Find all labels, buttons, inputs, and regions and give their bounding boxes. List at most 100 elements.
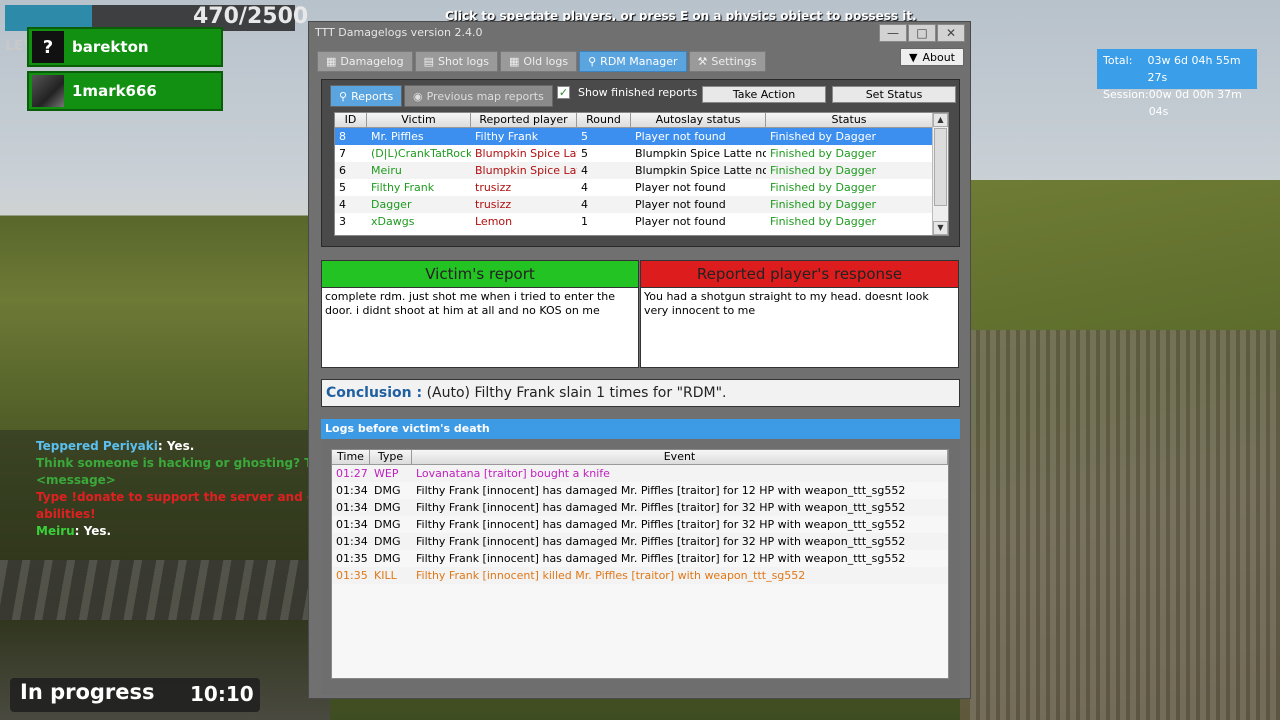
- about-button[interactable]: ▼ About: [900, 48, 964, 66]
- reports-panel: ⚲ Reports ◉ Previous map reports ✓ Show fin…: [321, 79, 960, 247]
- caret-down-icon: ▼: [909, 50, 918, 64]
- log-row[interactable]: 01:34 DMG Filthy Frank [innocent] has dama…: [332, 533, 948, 550]
- log-cell: 01:34: [336, 501, 368, 514]
- scroll-up-icon[interactable]: ▲: [933, 113, 948, 127]
- table-cell: Meiru: [371, 164, 402, 177]
- column-header[interactable]: Event: [412, 450, 948, 464]
- table-cell: Finished by Dagger: [770, 181, 877, 194]
- column-header[interactable]: Round: [577, 113, 631, 127]
- tab-damagelog[interactable]: ▦ Damagelog: [317, 51, 413, 72]
- table-row[interactable]: 5 Filthy Frank trusizz 4 Player not found Fin…: [335, 179, 948, 196]
- minimize-button[interactable]: —: [879, 24, 907, 42]
- tab-shot-logs[interactable]: ▤ Shot logs: [414, 51, 498, 72]
- tab-settings[interactable]: ⚒ Settings: [688, 51, 766, 72]
- set-status-button[interactable]: Set Status: [832, 86, 956, 103]
- tab-rdm-manager[interactable]: ⚲ RDM Manager: [579, 51, 687, 72]
- table-cell: 5: [581, 130, 588, 143]
- table-cell: Blumpkin Spice Latte not...: [635, 164, 766, 177]
- table-cell: 8: [339, 130, 346, 143]
- column-header[interactable]: Status: [766, 113, 933, 127]
- take-action-button[interactable]: Take Action: [702, 86, 826, 103]
- log-cell: Filthy Frank [innocent] has damaged Mr. …: [416, 518, 906, 531]
- unknown-avatar-icon: ?: [32, 31, 64, 63]
- log-row[interactable]: 01:27 WEP Lovanatana [traitor] bought a kn…: [332, 465, 948, 482]
- table-cell: Finished by Dagger: [770, 130, 877, 143]
- about-label: About: [922, 50, 955, 64]
- table-row[interactable]: 6 Meiru Blumpkin Spice Latte 4 Blumpkin Spic…: [335, 162, 948, 179]
- table-cell: Dagger: [371, 198, 412, 211]
- log-cell: 01:35: [336, 552, 368, 565]
- table-row[interactable]: 8 Mr. Piffles Filthy Frank 5 Player not foun…: [335, 128, 948, 145]
- log-cell: DMG: [374, 518, 401, 531]
- total-time: 03w 6d 04h 55m 27s: [1147, 54, 1241, 84]
- column-header[interactable]: Victim: [367, 113, 471, 127]
- subtab-previous-map-reports[interactable]: ◉ Previous map reports: [404, 85, 553, 107]
- table-cell: Player not found: [635, 215, 726, 228]
- session-time: 00w 0d 00h 37m 04s: [1148, 88, 1242, 118]
- log-cell: DMG: [374, 501, 401, 514]
- scene-railway: [0, 560, 330, 620]
- table-cell: Finished by Dagger: [770, 147, 877, 160]
- maximize-button[interactable]: □: [908, 24, 936, 42]
- logs-panel: Time Type Event 01:27 WEP Lovanatana [trai…: [321, 439, 960, 695]
- chat-text: Type !donate to support the server and g: [36, 490, 316, 504]
- table-row[interactable]: 3 xDawgs Lemon 1 Player not found Finished by…: [335, 213, 948, 230]
- table-cell: Mr. Piffles: [371, 130, 424, 143]
- log-row[interactable]: 01:34 DMG Filthy Frank [innocent] has dama…: [332, 516, 948, 533]
- table-cell: 4: [581, 198, 588, 211]
- column-header[interactable]: Type: [370, 450, 412, 464]
- logs-table-body: 01:27 WEP Lovanatana [traitor] bought a kn…: [332, 465, 948, 584]
- log-cell: 01:34: [336, 518, 368, 531]
- conclusion-text: (Auto) Filthy Frank slain 1 times for "R…: [426, 385, 727, 401]
- log-cell: Lovanatana [traitor] bought a knife: [416, 467, 610, 480]
- globe-icon: ◉: [413, 89, 423, 103]
- chat-text: abilities!: [36, 507, 96, 521]
- table-row[interactable]: 7 (D|L)CrankTatRock Blumpkin Spice Latte 5 B…: [335, 145, 948, 162]
- column-header[interactable]: Reported player: [471, 113, 577, 127]
- victim-report-text: complete rdm. just shot me when i tried …: [325, 290, 616, 317]
- table-row[interactable]: 4 Dagger trusizz 4 Player not found Finished …: [335, 196, 948, 213]
- reports-scrollbar[interactable]: ▲ ▼: [932, 113, 948, 235]
- show-finished-checkbox[interactable]: ✓ Show finished reports: [557, 86, 697, 99]
- log-cell: 01:27: [336, 467, 368, 480]
- log-cell: WEP: [374, 467, 399, 480]
- log-cell: Filthy Frank [innocent] killed Mr. Piffl…: [416, 569, 806, 582]
- subtab-label: Previous map reports: [426, 89, 544, 103]
- response-box: Reported player's response You had a sho…: [640, 260, 959, 368]
- close-button[interactable]: ✕: [937, 24, 965, 42]
- reports-table-header: ID Victim Reported player Round Autoslay…: [335, 113, 948, 128]
- table-cell: Player not found: [635, 181, 726, 194]
- chat-author: Teppered Periyaki: [36, 439, 158, 453]
- log-row[interactable]: 01:34 DMG Filthy Frank [innocent] has dama…: [332, 499, 948, 516]
- damagelogs-window: TTT Damagelogs version 2.4.0 — □ ✕ ▦ Dama…: [308, 21, 971, 699]
- log-cell: 01:34: [336, 484, 368, 497]
- log-row[interactable]: 01:35 KILL Filthy Frank [innocent] killed …: [332, 567, 948, 584]
- column-header[interactable]: Time: [332, 450, 370, 464]
- log-row[interactable]: 01:35 DMG Filthy Frank [innocent] has dama…: [332, 550, 948, 567]
- subtab-reports[interactable]: ⚲ Reports: [330, 85, 403, 107]
- chat-line: Teppered Periyaki: Yes.: [36, 438, 319, 455]
- victim-report-title: Victim's report: [322, 261, 638, 288]
- scroll-down-icon[interactable]: ▼: [933, 221, 948, 235]
- magnifier-icon: ⚲: [588, 55, 597, 68]
- chat-line: <message>: [36, 472, 319, 489]
- checkmark-icon: ✓: [557, 86, 570, 99]
- table-cell: 5: [339, 181, 346, 194]
- log-cell: Filthy Frank [innocent] has damaged Mr. …: [416, 501, 906, 514]
- scroll-thumb[interactable]: [934, 128, 947, 206]
- column-header[interactable]: Autoslay status: [631, 113, 766, 127]
- magnifier-icon: ⚲: [339, 89, 348, 103]
- log-row[interactable]: 01:34 DMG Filthy Frank [innocent] has dama…: [332, 482, 948, 499]
- table-cell: Player not found: [635, 130, 726, 143]
- table-icon: ▦: [326, 55, 337, 68]
- tab-old-logs[interactable]: ▦ Old logs: [500, 51, 578, 72]
- chat-line: Think someone is hacking or ghosting? Ty: [36, 455, 319, 472]
- column-header[interactable]: ID: [335, 113, 367, 127]
- table-cell: trusizz: [475, 181, 512, 194]
- checkbox-label: Show finished reports: [578, 86, 698, 99]
- chat-line: Type !donate to support the server and g: [36, 489, 319, 506]
- chat-text: Think someone is hacking or ghosting? Ty: [36, 456, 319, 470]
- chat-box: Teppered Periyaki: Yes. Think someone is …: [36, 438, 319, 540]
- conclusion-label: Conclusion :: [326, 385, 423, 401]
- log-cell: Filthy Frank [innocent] has damaged Mr. …: [416, 535, 906, 548]
